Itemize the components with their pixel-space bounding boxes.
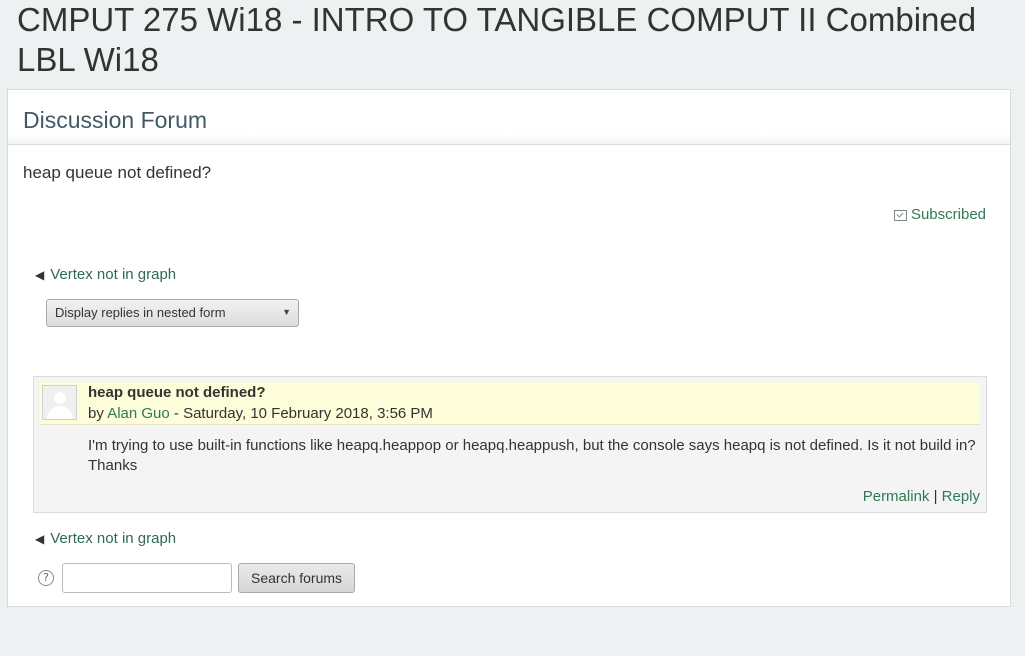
- prev-discussion-link-top[interactable]: ◀ Vertex not in graph: [35, 266, 176, 283]
- chevron-down-icon: ▼: [282, 307, 291, 317]
- left-triangle-icon: ◀: [35, 531, 45, 546]
- search-input[interactable]: [62, 563, 232, 593]
- course-title: CMPUT 275 Wi18 - INTRO TO TANGIBLE COMPU…: [17, 1, 977, 78]
- block-header: Discussion Forum: [8, 90, 1010, 145]
- post-commands: Permalink | Reply: [863, 488, 980, 505]
- post-author-link[interactable]: Alan Guo: [107, 405, 170, 422]
- post-body: I'm trying to use built-in functions lik…: [88, 437, 976, 474]
- command-separator: |: [929, 488, 942, 505]
- default-user-avatar-icon[interactable]: [42, 385, 77, 420]
- display-mode-value: Display replies in nested form: [55, 305, 226, 320]
- subscribe-label: Subscribed: [910, 206, 986, 223]
- post-by-prefix: by: [88, 405, 108, 422]
- post-subject: heap queue not defined?: [88, 384, 266, 401]
- search-forums-form: ? Search forums: [38, 563, 356, 593]
- post-author-line: by Alan Guo - Saturday, 10 February 2018…: [88, 405, 433, 422]
- subscribe-toggle[interactable]: Subscribed: [893, 206, 986, 223]
- display-mode-select[interactable]: Display replies in nested form ▼: [46, 299, 299, 327]
- forum-post: heap queue not defined? by Alan Guo - Sa…: [33, 376, 987, 513]
- help-circle-icon[interactable]: ?: [38, 570, 54, 586]
- block-title: Discussion Forum: [23, 107, 208, 133]
- post-header: heap queue not defined? by Alan Guo - Sa…: [40, 382, 980, 425]
- search-forums-button[interactable]: Search forums: [238, 563, 356, 593]
- discussion-name: heap queue not defined?: [23, 163, 212, 182]
- reply-link[interactable]: Reply: [942, 488, 980, 505]
- envelope-check-icon: [893, 210, 907, 221]
- prev-discussion-link-bottom[interactable]: ◀ Vertex not in graph: [35, 530, 176, 547]
- left-triangle-icon: ◀: [35, 267, 45, 282]
- post-date: - Saturday, 10 February 2018, 3:56 PM: [169, 405, 433, 422]
- permalink-link[interactable]: Permalink: [863, 488, 930, 505]
- prev-discussion-label: Vertex not in graph: [50, 530, 177, 547]
- prev-discussion-label: Vertex not in graph: [50, 266, 177, 283]
- discussion-forum-block: Discussion Forum heap queue not defined?…: [7, 89, 1011, 607]
